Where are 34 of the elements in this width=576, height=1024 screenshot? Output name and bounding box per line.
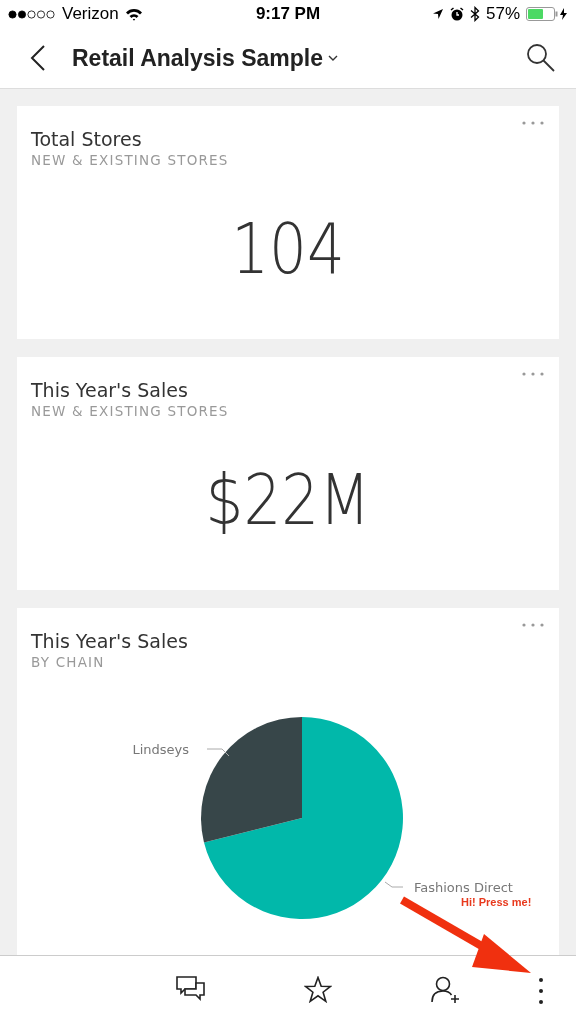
clock-time: 9:17 PM bbox=[254, 4, 322, 24]
add-person-icon[interactable] bbox=[431, 976, 461, 1004]
chart-label: Fashions Direct bbox=[414, 880, 513, 895]
more-icon[interactable] bbox=[521, 371, 545, 377]
tile-subtitle: NEW & EXISTING STORES bbox=[31, 152, 230, 168]
search-icon[interactable] bbox=[526, 43, 556, 73]
leader-line bbox=[206, 748, 230, 757]
tile-subtitle: BY CHAIN bbox=[31, 654, 106, 670]
battery-percent: 57% bbox=[486, 4, 520, 24]
more-icon[interactable] bbox=[521, 120, 545, 126]
leader-line bbox=[384, 881, 404, 888]
more-icon[interactable] bbox=[521, 622, 545, 628]
signal-icon bbox=[8, 9, 56, 19]
star-icon[interactable] bbox=[304, 976, 332, 1003]
tile-card[interactable]: Total Stores NEW & EXISTING STORES 104 bbox=[17, 106, 559, 339]
back-icon[interactable] bbox=[30, 45, 46, 71]
location-icon bbox=[432, 8, 444, 20]
tile-title: This Year's Sales bbox=[31, 379, 189, 401]
tile-card[interactable]: This Year's Sales NEW & EXISTING STORES $22M bbox=[17, 357, 559, 590]
tile-subtitle: NEW & EXISTING STORES bbox=[31, 403, 230, 419]
tile-value: $22M bbox=[204, 459, 372, 541]
chart-label: Lindseys bbox=[132, 742, 189, 757]
tile-title: Total Stores bbox=[31, 128, 143, 150]
alarm-icon bbox=[450, 7, 464, 21]
more-menu-icon[interactable] bbox=[537, 977, 545, 1005]
tile-value: 104 bbox=[230, 208, 346, 290]
carrier-name: Verizon bbox=[62, 4, 119, 24]
battery-icon bbox=[526, 7, 568, 21]
comments-icon[interactable] bbox=[176, 976, 206, 1003]
bluetooth-icon bbox=[470, 6, 480, 22]
annotation-text: Hi! Press me! bbox=[461, 896, 532, 908]
tile-title: This Year's Sales bbox=[31, 630, 189, 652]
wifi-icon bbox=[124, 7, 143, 21]
dropdown-caret-icon[interactable] bbox=[328, 55, 338, 61]
